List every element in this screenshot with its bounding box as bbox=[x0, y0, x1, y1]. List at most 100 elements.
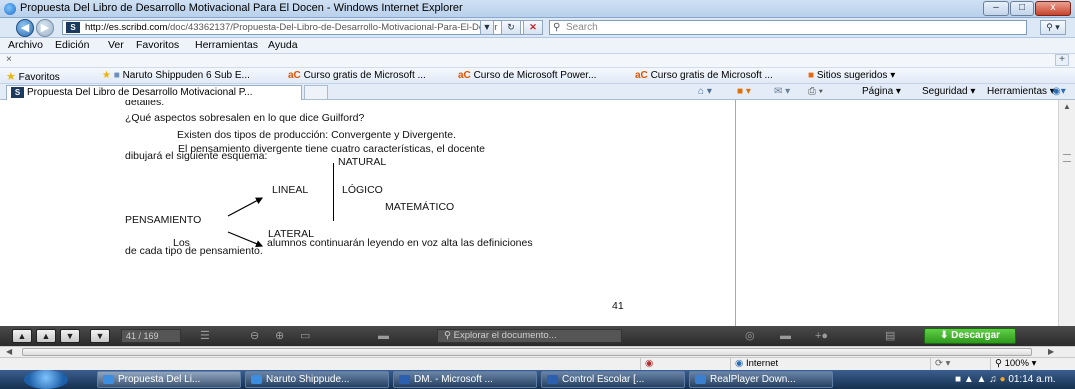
rating-icon[interactable]: ◎ bbox=[745, 329, 755, 343]
document-toolbar: ▲ ▲ ▼ ▼ 41 / 169 ☰ ⊖ ⊕ ▭ ▬ ⚲ Explorar el… bbox=[0, 326, 1075, 346]
menu-pagina[interactable]: Página ▾ bbox=[862, 86, 901, 97]
close-bar-icon[interactable]: × bbox=[6, 54, 12, 65]
title-bar: Propuesta Del Libro de Desarrollo Motiva… bbox=[0, 0, 1075, 18]
doc-line-detalles: detalles. bbox=[125, 100, 165, 108]
favorite-naruto-label: Naruto Shippuden 6 Sub E... bbox=[122, 70, 250, 81]
taskbar-dm-microsoft[interactable]: DM. - Microsoft ... bbox=[393, 371, 537, 388]
favorite-sitios[interactable]: ■ Sitios sugeridos ▾ bbox=[808, 70, 895, 81]
ie-icon bbox=[251, 375, 262, 384]
page-number-input[interactable]: 41 / 169 bbox=[121, 329, 181, 343]
start-button[interactable] bbox=[24, 370, 68, 389]
url-dropdown-button[interactable]: ▼ bbox=[480, 20, 494, 35]
favorites-bar: ★ Favoritos ★ ■ Naruto Shippuden 6 Sub E… bbox=[0, 68, 1075, 84]
menu-herramientas-cmd[interactable]: Herramientas ▾ bbox=[987, 86, 1055, 97]
first-page-button[interactable]: ▲ bbox=[12, 329, 32, 343]
url-input[interactable]: S http://es.scribd.com/doc/43362137/Prop… bbox=[62, 20, 532, 35]
refresh-button[interactable]: ↻ bbox=[501, 20, 521, 35]
minimize-button[interactable]: – bbox=[983, 1, 1009, 16]
doc-answer: Existen dos tipos de producción: Converg… bbox=[177, 129, 456, 141]
scroll-left-icon[interactable]: ◀ bbox=[6, 347, 12, 356]
share-icon[interactable]: +● bbox=[815, 329, 828, 343]
search-icon: ⚲ bbox=[553, 22, 561, 33]
scroll-right-icon[interactable]: ▶ bbox=[1048, 347, 1054, 356]
feeds-icon[interactable]: ■ ▾ bbox=[737, 86, 751, 97]
zone-label: Internet bbox=[745, 358, 779, 369]
status-bar: ◉ ◉ Internet ⟳ ▾ ⚲ 100% ▾ bbox=[0, 357, 1075, 370]
search-input[interactable]: ⚲ Search bbox=[549, 20, 1027, 35]
print-icon[interactable]: ⎙ ▾ bbox=[808, 86, 823, 97]
volume-icon[interactable]: ♫ bbox=[989, 374, 997, 385]
zoom-dropdown-icon: ▾ bbox=[1031, 358, 1037, 369]
comment-icon[interactable]: ▬ bbox=[780, 329, 791, 343]
internet-explorer-icon bbox=[4, 3, 16, 15]
taskbar-control-escolar[interactable]: Control Escolar [... bbox=[541, 371, 685, 388]
zoom-in-icon[interactable]: ⊕ bbox=[275, 329, 284, 343]
taskbar-control-label: Control Escolar [... bbox=[562, 374, 645, 385]
horizontal-scroll-thumb[interactable] bbox=[22, 348, 1032, 356]
scroll-grip[interactable] bbox=[1063, 154, 1071, 162]
menu-archivo[interactable]: Archivo bbox=[8, 39, 43, 51]
download-label: Descargar bbox=[951, 330, 1001, 341]
menu-favoritos[interactable]: Favoritos bbox=[136, 39, 179, 51]
add-button[interactable]: + bbox=[1055, 54, 1069, 66]
clock[interactable]: 01:14 a.m. bbox=[1008, 374, 1055, 385]
favorite-curso-2[interactable]: aC Curso de Microsoft Power... bbox=[458, 70, 596, 81]
back-button[interactable]: ◀ bbox=[16, 19, 34, 37]
diagram-logico: LÓGICO bbox=[342, 184, 383, 196]
window-title: Propuesta Del Libro de Desarrollo Motiva… bbox=[20, 2, 463, 14]
menu-ver[interactable]: Ver bbox=[108, 39, 124, 51]
download-button[interactable]: ⬇ Descargar bbox=[924, 328, 1016, 344]
help-icon[interactable]: ◉▾ bbox=[1052, 86, 1066, 97]
horizontal-scrollbar[interactable]: ◀ ▶ bbox=[0, 346, 1075, 357]
favorite-curso-1[interactable]: aC Curso gratis de Microsoft ... bbox=[288, 70, 426, 81]
notification-icon[interactable]: ● bbox=[999, 374, 1005, 385]
taskbar-naruto[interactable]: Naruto Shippude... bbox=[245, 371, 389, 388]
menu-seguridad[interactable]: Seguridad ▾ bbox=[922, 86, 975, 97]
grid-icon[interactable]: ▬ bbox=[378, 329, 389, 343]
menu-herramientas[interactable]: Herramientas bbox=[195, 39, 258, 51]
favorites-button[interactable]: ★ Favoritos bbox=[6, 70, 60, 83]
forward-button[interactable]: ▶ bbox=[36, 19, 54, 37]
previous-page-button[interactable]: ▲ bbox=[36, 329, 56, 343]
privacy-icon[interactable]: ◉ bbox=[640, 358, 730, 370]
network-icon[interactable]: ▲ bbox=[977, 374, 987, 385]
next-page-button[interactable]: ▼ bbox=[60, 329, 80, 343]
taskbar-realplayer[interactable]: RealPlayer Down... bbox=[689, 371, 833, 388]
menu-ayuda[interactable]: Ayuda bbox=[268, 39, 298, 51]
favorite-curso-3[interactable]: aC Curso gratis de Microsoft ... bbox=[635, 70, 773, 81]
fullscreen-icon[interactable]: ▭ bbox=[300, 329, 310, 343]
list-view-icon[interactable]: ☰ bbox=[200, 329, 210, 343]
scribd-icon: S bbox=[66, 22, 80, 33]
new-tab-button[interactable] bbox=[304, 85, 328, 100]
arrow-to-lineal bbox=[227, 197, 264, 217]
favorite-naruto[interactable]: ★ ■ Naruto Shippuden 6 Sub E... bbox=[102, 70, 250, 81]
last-page-button[interactable]: ▼ bbox=[90, 329, 110, 343]
favorites-label: Favoritos bbox=[18, 72, 60, 83]
zoom-out-icon[interactable]: ⊖ bbox=[250, 329, 259, 343]
maximize-button[interactable]: □ bbox=[1010, 1, 1034, 16]
zoom-control[interactable]: ⚲ 100% ▾ bbox=[990, 358, 1060, 370]
tray-expand-icon[interactable]: ▲ bbox=[964, 374, 974, 385]
search-placeholder: Search bbox=[566, 22, 598, 33]
tab-propuesta[interactable]: S Propuesta Del Libro de Desarrollo Moti… bbox=[6, 85, 302, 100]
home-icon[interactable]: ⌂ ▾ bbox=[698, 86, 712, 97]
document-viewer: detalles. ¿Qué aspectos sobresalen en lo… bbox=[0, 100, 1058, 326]
document-search-input[interactable]: ⚲ Explorar el documento... bbox=[437, 329, 622, 343]
menu-edicion[interactable]: Edición bbox=[55, 39, 89, 51]
mail-icon[interactable]: ✉ ▾ bbox=[774, 86, 790, 97]
address-bar: ◀ ▶ S http://es.scribd.com/doc/43362137/… bbox=[0, 18, 1075, 38]
vertical-scrollbar[interactable]: ▲ bbox=[1058, 100, 1075, 326]
search-go-button[interactable]: ⚲ ▾ bbox=[1040, 20, 1066, 35]
stop-button[interactable]: ✕ bbox=[523, 20, 543, 35]
embed-icon[interactable]: ▤ bbox=[885, 329, 895, 343]
ie-icon bbox=[103, 375, 114, 384]
close-button[interactable]: x bbox=[1035, 1, 1071, 16]
page-divider bbox=[735, 100, 736, 326]
menu-bar: Archivo Edición Ver Favoritos Herramient… bbox=[0, 38, 1075, 54]
favorites-star-icon: ★ bbox=[6, 71, 16, 83]
taskbar-propuesta[interactable]: Propuesta Del Li... bbox=[97, 371, 241, 388]
arrow-to-lateral bbox=[227, 231, 264, 248]
language-icon[interactable]: ■ bbox=[955, 374, 961, 385]
protected-mode-icon[interactable]: ⟳ ▾ bbox=[930, 358, 990, 370]
scroll-up-icon[interactable]: ▲ bbox=[1063, 102, 1071, 111]
